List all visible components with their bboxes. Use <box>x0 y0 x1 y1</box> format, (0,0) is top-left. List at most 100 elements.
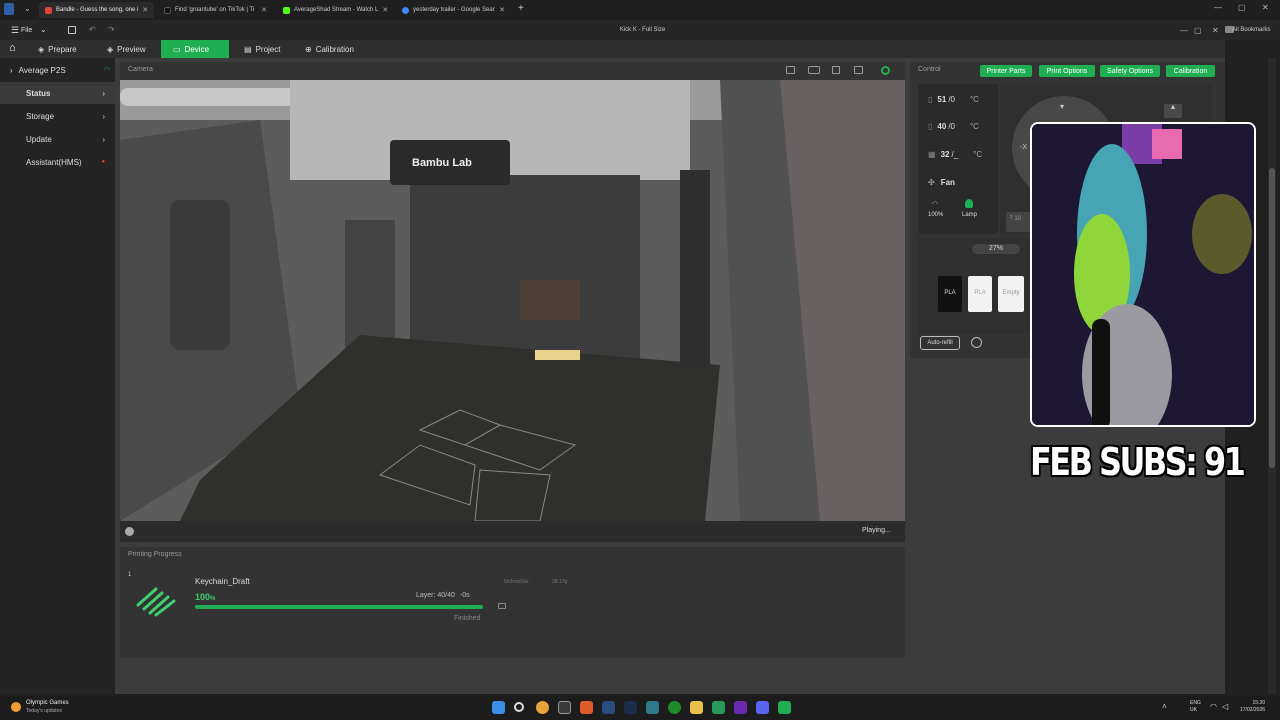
print-time: 5h2min54s <box>504 579 529 585</box>
timelapse-icon[interactable] <box>832 66 840 74</box>
app-icon[interactable] <box>646 701 659 714</box>
volume-icon[interactable]: ◁ <box>1222 702 1228 711</box>
system-tray-chevron-icon[interactable]: ˄ <box>1162 702 1167 711</box>
sidebar-item-status[interactable]: Status › <box>0 82 115 104</box>
app-maximize-icon[interactable]: ▢ <box>1194 26 1202 35</box>
browser-menu-icon[interactable] <box>4 3 14 15</box>
app-close-icon[interactable]: ✕ <box>1212 26 1219 35</box>
start-icon[interactable] <box>492 701 505 714</box>
xbox-icon[interactable] <box>668 701 681 714</box>
print-job-name: Keychain_Draft <box>195 577 250 586</box>
bambu-studio-icon[interactable] <box>778 701 791 714</box>
printer-selector[interactable]: › Average P2S ◠ <box>10 64 110 76</box>
snapshot-icon[interactable] <box>854 66 863 74</box>
kick-icon <box>283 6 290 14</box>
app-icon[interactable] <box>558 701 571 714</box>
print-options-button[interactable]: Print Options <box>1039 65 1095 77</box>
filament-slot-1[interactable]: PLA <box>938 276 962 312</box>
language-indicator[interactable]: ENG UK <box>1190 700 1201 714</box>
nav-calibration[interactable]: ⊕ Calibration <box>305 40 354 58</box>
nav-project[interactable]: ▤ Project <box>244 40 280 58</box>
nav-device[interactable]: ▭ Device <box>161 40 229 58</box>
all-bookmarks[interactable]: All Bookmarks <box>1232 27 1270 33</box>
widget-subtitle: Today's updates <box>26 708 62 714</box>
print-state: Finished <box>454 615 481 622</box>
tab-list-icon[interactable]: ⌄ <box>24 4 31 13</box>
fan-speed-icon: ◠ <box>932 201 939 208</box>
sidebar-item-hms[interactable]: Assistant(HMS) ● <box>0 151 115 173</box>
discord-icon[interactable] <box>756 701 769 714</box>
calibration-button[interactable]: Calibration <box>1166 65 1215 77</box>
calibration-icon: ⊕ <box>305 44 312 54</box>
fan-control[interactable]: ✣ Fan <box>928 178 955 187</box>
reprint-icon[interactable] <box>498 603 506 609</box>
close-window-icon[interactable]: ✕ <box>1262 3 1269 12</box>
camera-live-icon[interactable] <box>881 66 890 75</box>
nav-preview[interactable]: ◈ Preview <box>107 40 146 58</box>
file-menu[interactable]: File <box>21 27 32 34</box>
camera-title: Camera <box>128 66 153 73</box>
app-icon[interactable] <box>734 701 747 714</box>
network-icon[interactable]: ◠ <box>1210 702 1217 711</box>
printing-progress-panel: Printing Progress 1 Keychain_Draft 100% … <box>120 547 905 658</box>
redo-icon[interactable]: ↷ <box>108 25 115 34</box>
nozzle-temp[interactable]: ▯ 51/0 °C <box>928 95 979 104</box>
browser-tab-tiktok[interactable]: Find 'groantube' on TikTok | Ti ✕ <box>158 2 273 18</box>
close-tab-icon[interactable]: ✕ <box>261 6 267 14</box>
window-title: Kick K - Full Size <box>619 27 666 33</box>
save-icon[interactable] <box>68 26 76 34</box>
browser-tab-bandle[interactable]: Bandle - Guess the song, one i ✕ <box>39 2 154 18</box>
search-icon[interactable] <box>514 702 524 712</box>
sidebar-item-storage[interactable]: Storage › <box>0 105 115 127</box>
brave-icon[interactable] <box>580 701 593 714</box>
chamber-temp[interactable]: ▦ 32/_ °C <box>928 150 982 159</box>
ams-settings-icon[interactable] <box>971 337 982 348</box>
nozzle-icon: ▯ <box>928 95 933 104</box>
printer-parts-button[interactable]: Printer Parts <box>980 65 1032 77</box>
filament-slot-2[interactable]: PLA <box>968 276 992 312</box>
home-icon[interactable]: ⌂ <box>9 42 16 54</box>
file-menu-chevron-icon[interactable]: ⌄ <box>40 25 47 34</box>
jog-x-label: -X <box>1020 144 1027 151</box>
photoshop-icon[interactable] <box>624 701 637 714</box>
printer-camera-image: Bambu Lab <box>120 80 905 521</box>
fan-speed: 100% <box>928 212 944 218</box>
camera-play-icon[interactable] <box>125 527 134 536</box>
auto-refill-button[interactable]: Auto-refill <box>920 336 960 350</box>
google-icon <box>402 6 409 14</box>
chrome-icon[interactable] <box>536 701 549 714</box>
nav-prepare[interactable]: ◈ Prepare <box>38 40 77 58</box>
close-tab-icon[interactable]: ✕ <box>382 6 388 14</box>
new-tab-button[interactable]: + <box>518 3 524 14</box>
undo-icon[interactable]: ↶ <box>89 25 96 34</box>
steam-icon[interactable] <box>602 701 615 714</box>
browser-tab-kick[interactable]: AverageShad Stream - Watch L ✕ <box>277 2 392 18</box>
camera-settings-icon[interactable] <box>786 66 795 74</box>
folder-icon[interactable] <box>690 701 703 714</box>
browser-tab-google[interactable]: yesterday trailer - Google Sear ✕ <box>396 2 511 18</box>
alert-dot-icon: ● <box>101 159 105 165</box>
filament-slot-3[interactable]: Empty <box>998 276 1024 312</box>
layer-info: Layer: 40/40 -0s <box>416 592 470 599</box>
close-tab-icon[interactable]: ✕ <box>142 6 148 14</box>
record-icon[interactable] <box>808 66 820 74</box>
app-icon[interactable] <box>712 701 725 714</box>
control-title: Control <box>918 66 941 73</box>
jog-up-icon[interactable]: ▾ <box>1060 102 1064 111</box>
bed-icon: ▯ <box>928 122 933 131</box>
clock[interactable]: 15:20 17/02/2026 <box>1240 700 1265 714</box>
lamp-icon[interactable] <box>965 199 973 208</box>
widget-title[interactable]: Olympic Games <box>26 700 69 706</box>
scrollbar[interactable] <box>1268 58 1276 694</box>
minimize-icon[interactable]: — <box>1214 3 1222 12</box>
humidity-indicator: 27% <box>972 244 1020 254</box>
sidebar-item-update[interactable]: Update › <box>0 128 115 150</box>
safety-options-button[interactable]: Safety Options <box>1100 65 1160 77</box>
hamburger-icon[interactable]: ☰ <box>11 25 19 36</box>
z-axis-up-button[interactable]: ▲ <box>1164 104 1182 118</box>
plate-number: 1 <box>128 572 132 578</box>
app-minimize-icon[interactable]: — <box>1180 26 1188 35</box>
maximize-icon[interactable]: ▢ <box>1238 3 1246 12</box>
bed-temp[interactable]: ▯ 40/0 °C <box>928 122 979 131</box>
close-tab-icon[interactable]: ✕ <box>499 6 505 14</box>
